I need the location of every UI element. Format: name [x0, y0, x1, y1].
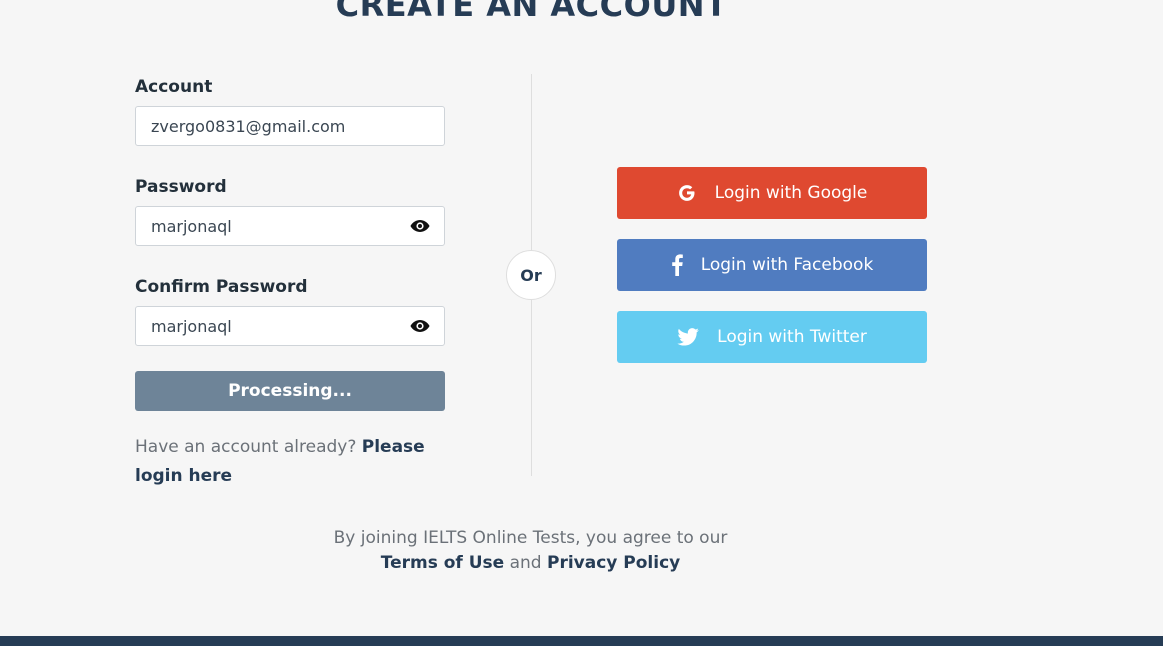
terms-of-use-link[interactable]: Terms of Use	[381, 553, 504, 573]
account-field-wrapper	[135, 106, 445, 146]
confirm-password-input[interactable]	[136, 307, 444, 345]
footer-bar	[0, 636, 1163, 646]
login-google-button[interactable]: Login with Google	[617, 167, 927, 219]
agreement-links: Terms of Use and Privacy Policy	[0, 551, 1061, 576]
eye-icon[interactable]	[410, 219, 430, 233]
twitter-icon	[677, 328, 699, 346]
login-google-label: Login with Google	[714, 183, 868, 203]
login-facebook-button[interactable]: Login with Facebook	[617, 239, 927, 291]
have-account-text-block: Have an account already? Please login he…	[135, 433, 435, 491]
password-field-wrapper	[135, 206, 445, 246]
password-input[interactable]	[136, 207, 444, 245]
page-title: CREATE AN ACCOUNT	[335, 0, 728, 24]
account-label: Account	[135, 77, 213, 97]
password-label: Password	[135, 177, 227, 197]
or-badge: Or	[506, 250, 556, 300]
confirm-password-field-wrapper	[135, 306, 445, 346]
login-twitter-button[interactable]: Login with Twitter	[617, 311, 927, 363]
privacy-policy-link[interactable]: Privacy Policy	[547, 553, 680, 573]
eye-icon[interactable]	[410, 319, 430, 333]
agreement-notice: By joining IELTS Online Tests, you agree…	[0, 526, 1061, 576]
login-facebook-label: Login with Facebook	[700, 255, 874, 275]
have-account-text: Have an account already?	[135, 437, 357, 457]
signup-form: Account Password Confirm Password Proces…	[135, 76, 445, 491]
google-icon	[678, 185, 695, 201]
social-login-group: Login with Google Login with Facebook Lo…	[617, 167, 927, 383]
confirm-password-label: Confirm Password	[135, 277, 308, 297]
and-text: and	[509, 553, 542, 573]
agreement-text: By joining IELTS Online Tests, you agree…	[333, 528, 728, 548]
login-twitter-label: Login with Twitter	[717, 327, 867, 347]
facebook-icon	[671, 254, 683, 276]
processing-button[interactable]: Processing...	[135, 371, 445, 411]
account-input[interactable]	[136, 107, 444, 145]
